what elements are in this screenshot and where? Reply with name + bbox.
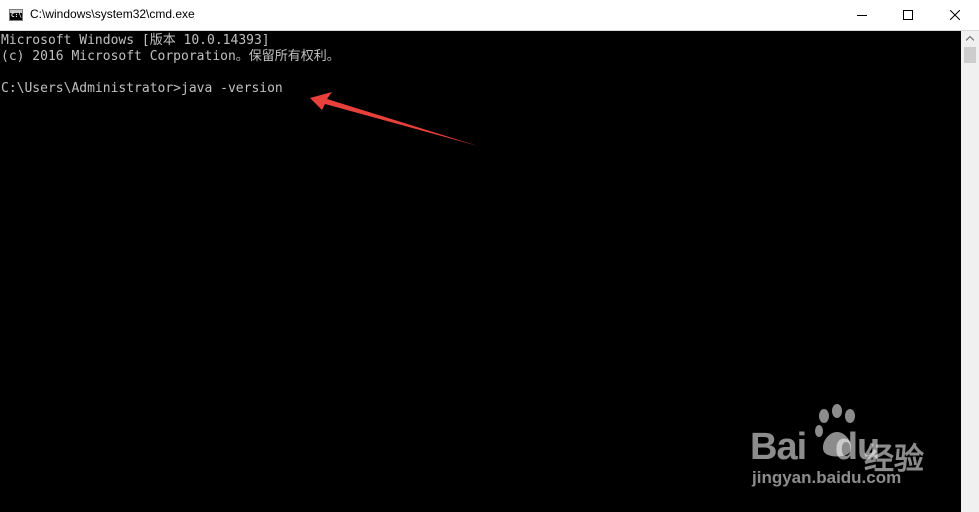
paw-icon (815, 404, 855, 457)
scroll-up-button[interactable] (961, 31, 979, 45)
console-command: java -version (181, 81, 283, 96)
baidu-jingyan-watermark: Bai du 经验 jingyan.baidu.com (748, 404, 928, 490)
cmd-window: C:\ C:\windows\system32\cmd.exe Microsof… (0, 0, 979, 512)
maximize-icon (903, 10, 913, 20)
minimize-button[interactable] (839, 0, 885, 30)
scroll-thumb[interactable] (964, 47, 976, 63)
minimize-icon (857, 15, 867, 16)
vertical-scrollbar[interactable] (961, 31, 979, 512)
watermark-brand-bai: Bai (750, 426, 807, 468)
cmd-icon-glyph: C:\ (11, 12, 22, 19)
window-title: C:\windows\system32\cmd.exe (30, 7, 195, 21)
console-line-version: Microsoft Windows [版本 10.0.14393] (1, 33, 270, 48)
console-line-copyright: (c) 2016 Microsoft Corporation。保留所有权利。 (1, 49, 340, 64)
cmd-icon[interactable]: C:\ (9, 9, 23, 21)
close-icon (950, 10, 960, 20)
title-bar[interactable]: C:\ C:\windows\system32\cmd.exe (0, 0, 979, 31)
maximize-button[interactable] (885, 0, 931, 30)
close-button[interactable] (931, 0, 979, 30)
console-prompt-line: C:\Users\Administrator>java -version (1, 81, 283, 97)
console-prompt: C:\Users\Administrator> (1, 81, 182, 96)
chevron-up-icon (966, 35, 974, 41)
watermark-url: jingyan.baidu.com (752, 468, 902, 487)
